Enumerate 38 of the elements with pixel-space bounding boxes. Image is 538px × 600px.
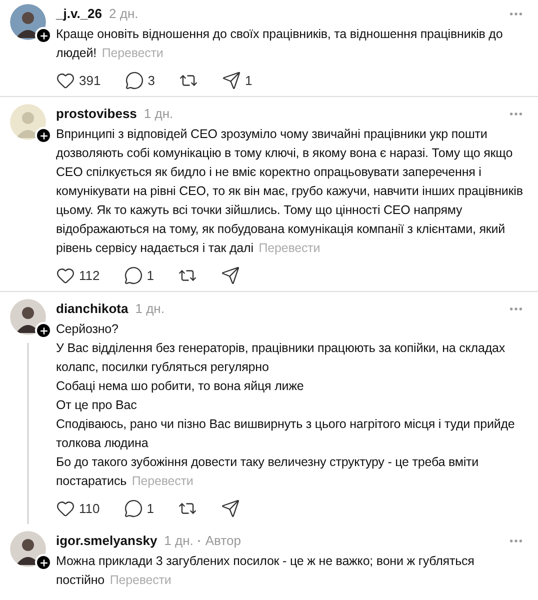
count: 110 [79, 500, 100, 518]
heart-icon[interactable] [56, 266, 75, 285]
comment-text: Собаці нема шо робити, то вона яйця лиже [56, 378, 305, 395]
timestamp: 1 дн. [164, 532, 194, 550]
comment-icon[interactable] [124, 70, 144, 90]
author-label: Автор [205, 532, 241, 550]
count: 1 [146, 500, 154, 518]
comment-text: От це про Вас [56, 396, 138, 414]
comment-text: Можна приклади 3 загублених посилок - це ж не важко; вони ж губляться постійно Перевести [56, 552, 476, 589]
username[interactable]: _j.v._26 [56, 4, 102, 24]
count: 391 [79, 72, 101, 90]
follow-icon[interactable] [35, 554, 52, 571]
comment-text: У Вас відділення без генераторів, працівники працюють за копійки, на складах колапс, посилки губляться регулярно [56, 340, 506, 376]
follow-icon[interactable] [35, 27, 52, 44]
comment-text: Краще оновіть відношення до своїх працівників, та відношення працівників до людей! Перевести [56, 26, 504, 62]
comment-text: Серйозно? [56, 320, 120, 338]
follow-icon[interactable] [35, 322, 52, 339]
heart-icon[interactable] [56, 498, 75, 518]
comment-text: Сподіваюсь, рано чи пізно Вас вишвирнуть з цього нагрітого місця і туди прийде толкова людина [56, 416, 516, 452]
follow-icon[interactable] [35, 127, 52, 144]
comment-icon[interactable] [124, 498, 143, 518]
username[interactable]: dianchikota [56, 299, 128, 318]
comment-icon[interactable] [124, 266, 143, 285]
send-icon[interactable] [220, 266, 240, 285]
count: 3 [148, 72, 155, 90]
send-icon[interactable] [222, 70, 241, 90]
username[interactable]: igor.smelyansky [56, 531, 158, 550]
timestamp: 1 дн. [135, 300, 164, 318]
comment-text: Впринципі з відповідей CEO зрозуміло чому звичайні працівники укр пошти дозволяють собі комунікацію в тому ключі, в якому вона є наразі. Тому що якщо CEO спілкується як бидло і не вміє коректно опрацьовувати заперечення і комунікувати на рівні CEO, то як він має, грубо кажучи, навчити інших працівників цьому. Як то кажуть всі точки зійшлись. Тому що цінності CEO напряму відображаються на тому, як побудована комунікація компанії з клієнтами, який рівень сервісу надається і так далі Перевести [56, 126, 524, 257]
count: 1 [244, 72, 252, 90]
count: 112 [79, 266, 100, 284]
timestamp: 2 дн. [109, 5, 138, 23]
comment-text: Бо до такого зубожіння довести таку величезну структуру - це треба вміти постаратись Перевести [56, 454, 480, 490]
send-icon[interactable] [220, 498, 240, 518]
username[interactable]: prostovibess [56, 104, 137, 124]
heart-icon[interactable] [56, 70, 75, 90]
timestamp: 1 дн. [144, 105, 174, 123]
count: 1 [146, 266, 154, 284]
